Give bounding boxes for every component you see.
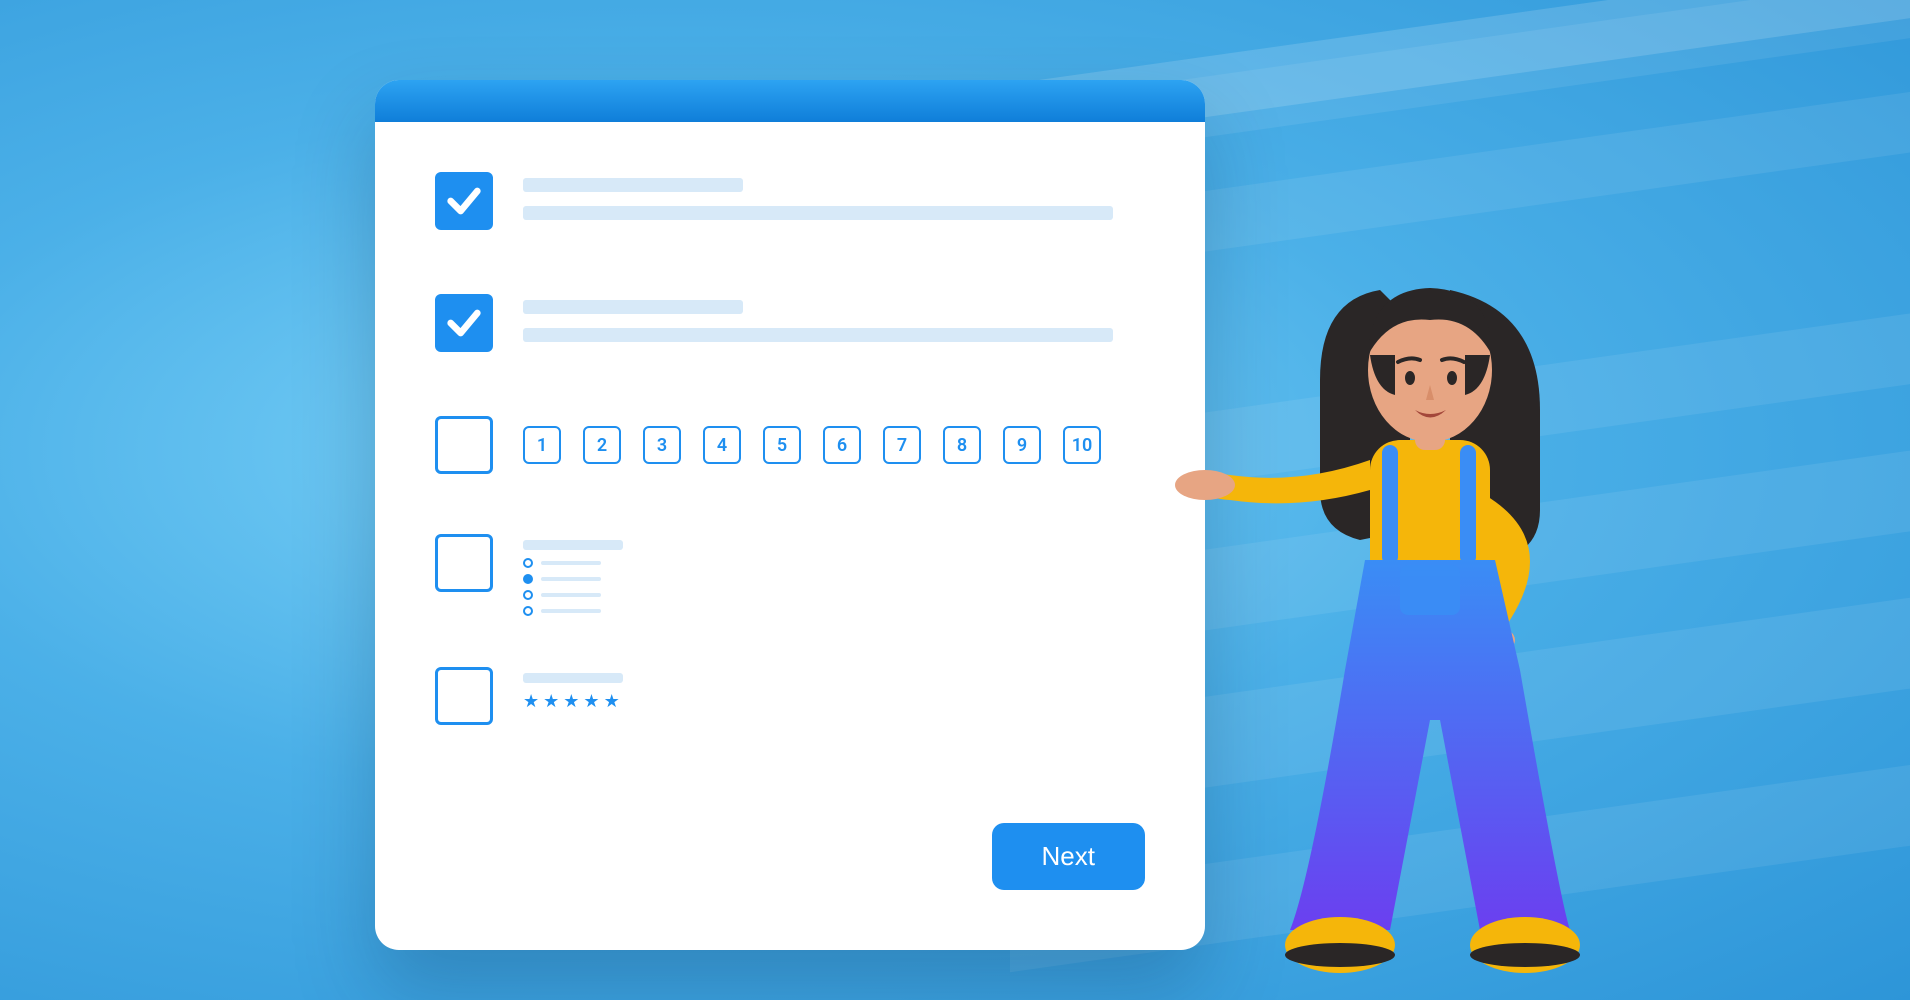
radio-option[interactable] (523, 558, 1145, 568)
scale-option[interactable]: 5 (763, 426, 801, 464)
checkbox-unchecked[interactable] (435, 416, 493, 474)
scale-option[interactable]: 7 (883, 426, 921, 464)
scale-option[interactable]: 9 (1003, 426, 1041, 464)
survey-card: 1 2 3 4 5 6 7 8 9 10 (375, 80, 1205, 950)
checkbox-unchecked[interactable] (435, 534, 493, 592)
question-row (435, 172, 1145, 234)
star-icon[interactable]: ★ (583, 691, 599, 712)
question-row (435, 294, 1145, 356)
star-icon[interactable]: ★ (543, 691, 559, 712)
scale-option[interactable]: 8 (943, 426, 981, 464)
star-rating: ★ ★ ★ ★ ★ (523, 691, 1145, 712)
placeholder-line (523, 328, 1113, 342)
question-content (523, 172, 1145, 234)
checkmark-icon (444, 181, 484, 221)
question-content: 1 2 3 4 5 6 7 8 9 10 (523, 416, 1145, 464)
star-icon[interactable]: ★ (604, 691, 620, 712)
radio-group (523, 558, 1145, 616)
question-row: 1 2 3 4 5 6 7 8 9 10 (435, 416, 1145, 474)
radio-option[interactable] (523, 590, 1145, 600)
question-content (523, 294, 1145, 356)
placeholder-line (523, 673, 623, 683)
placeholder-line (523, 178, 743, 192)
placeholder-line (523, 540, 623, 550)
checkbox-checked[interactable] (435, 294, 493, 352)
next-button[interactable]: Next (992, 823, 1145, 890)
question-content: ★ ★ ★ ★ ★ (523, 667, 1145, 712)
placeholder-line (523, 300, 743, 314)
radio-option[interactable] (523, 574, 1145, 584)
card-title-bar (375, 80, 1205, 122)
star-icon[interactable]: ★ (523, 691, 539, 712)
rating-scale: 1 2 3 4 5 6 7 8 9 10 (523, 426, 1145, 464)
star-icon[interactable]: ★ (563, 691, 579, 712)
scale-option[interactable]: 10 (1063, 426, 1101, 464)
checkmark-icon (444, 303, 484, 343)
radio-option[interactable] (523, 606, 1145, 616)
scale-option[interactable]: 6 (823, 426, 861, 464)
checkbox-checked[interactable] (435, 172, 493, 230)
question-row (435, 534, 1145, 622)
scale-option[interactable]: 4 (703, 426, 741, 464)
question-content (523, 534, 1145, 622)
scale-option[interactable]: 2 (583, 426, 621, 464)
presenter-character (1260, 260, 1600, 980)
question-row: ★ ★ ★ ★ ★ (435, 667, 1145, 725)
scale-option[interactable]: 3 (643, 426, 681, 464)
scale-option[interactable]: 1 (523, 426, 561, 464)
placeholder-line (523, 206, 1113, 220)
checkbox-unchecked[interactable] (435, 667, 493, 725)
